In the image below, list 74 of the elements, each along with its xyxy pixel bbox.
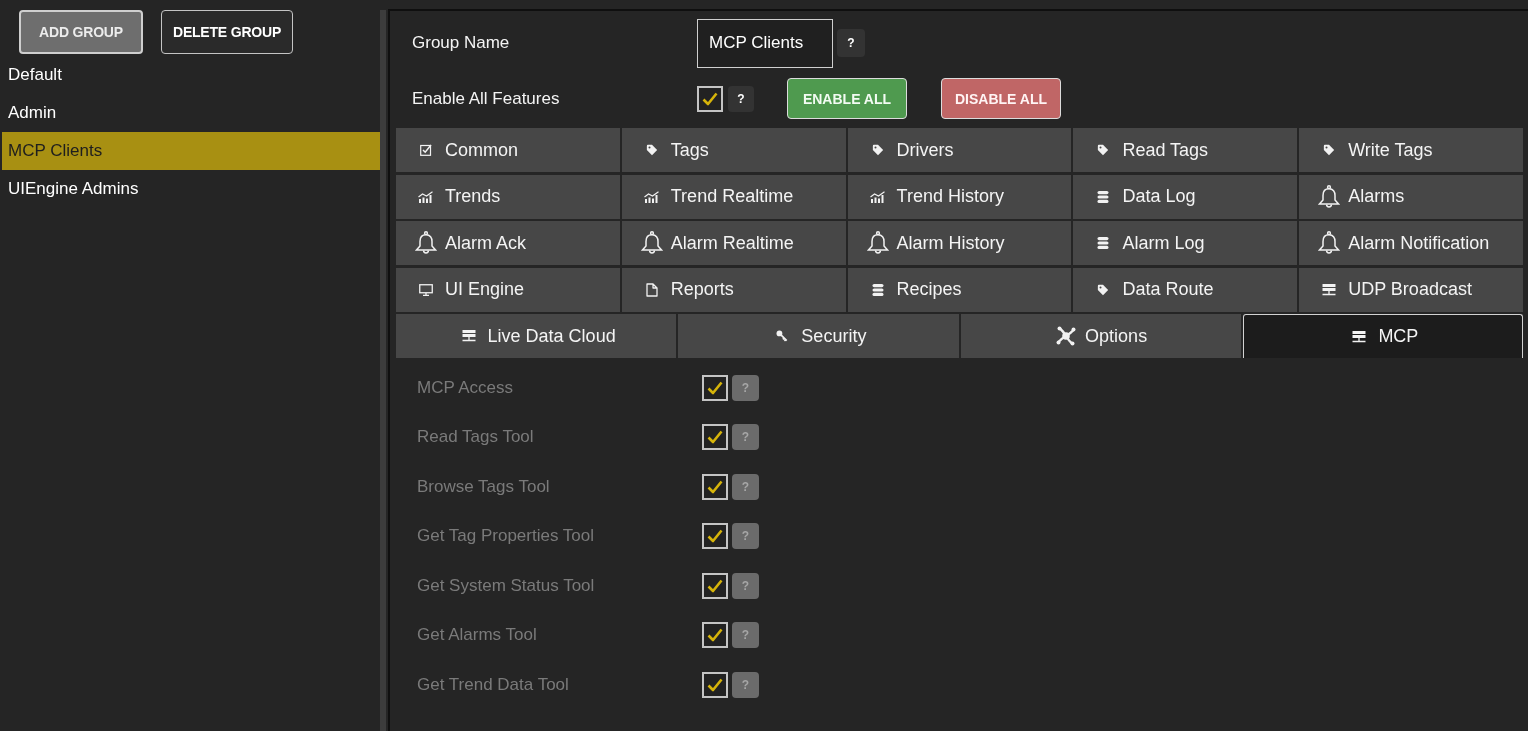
enable-all-label: Enable All Features — [412, 88, 561, 109]
group-list-item[interactable]: UIEngine Admins — [2, 170, 380, 208]
feature-tab[interactable]: UI Engine — [396, 267, 620, 312]
checkmark-icon — [707, 529, 723, 544]
tag-icon — [1096, 283, 1111, 296]
checkmark-icon — [707, 677, 723, 692]
tag-icon — [1322, 144, 1337, 156]
bar-chart-icon — [869, 190, 886, 203]
feature-tab[interactable]: Read Tags — [1073, 128, 1298, 172]
bell-icon — [1318, 184, 1341, 209]
server-icon — [1322, 283, 1337, 296]
tag-icon — [870, 144, 885, 156]
group-list-item[interactable]: MCP Clients — [2, 132, 380, 170]
server-icon — [461, 330, 476, 342]
feature-tab[interactable]: Trend History — [847, 174, 1072, 219]
group-name-field[interactable]: MCP Clients — [697, 18, 833, 68]
feature-tab[interactable]: Data Route — [1073, 267, 1298, 312]
feature-tab[interactable]: Alarm Ack — [396, 221, 620, 265]
feature-tab[interactable]: Security — [678, 314, 959, 358]
setting-label: Get Alarms Tool — [417, 625, 538, 646]
database-icon — [1097, 190, 1110, 203]
setting-label: Browse Tags Tool — [417, 476, 551, 497]
feature-tab[interactable]: Recipes — [847, 267, 1072, 312]
group-name-label: Group Name — [412, 33, 511, 53]
bar-chart-icon — [418, 190, 434, 203]
feature-tab[interactable]: Alarms — [1299, 174, 1523, 219]
feature-tab[interactable]: UDP Broadcast — [1299, 267, 1523, 312]
checkmark-icon — [707, 578, 723, 593]
feature-tab[interactable]: Alarm Realtime — [621, 221, 846, 265]
checkbox[interactable] — [697, 85, 723, 112]
bar-chart-icon — [643, 190, 660, 203]
bell-icon — [866, 231, 889, 255]
tag-icon — [1096, 144, 1111, 156]
feature-tab[interactable]: Live Data Cloud — [396, 314, 677, 358]
feature-tab[interactable]: Alarm History — [847, 221, 1072, 265]
server-icon — [1352, 330, 1367, 343]
document-icon — [645, 282, 658, 297]
setting-label: Read Tags Tool — [417, 427, 535, 448]
feature-tab[interactable]: Alarm Log — [1073, 221, 1298, 265]
feature-tab[interactable]: Common — [396, 128, 620, 172]
group-list-item[interactable]: Admin — [2, 94, 380, 132]
database-icon — [871, 283, 884, 296]
feature-tab[interactable]: Trend Realtime — [621, 174, 846, 219]
feature-tab[interactable]: Tags — [621, 128, 846, 172]
feature-tab[interactable]: Options — [960, 314, 1241, 358]
checkmark-icon — [702, 91, 718, 106]
setting-label: Get System Status Tool — [417, 575, 596, 596]
propeller-icon — [1055, 324, 1078, 348]
checkmark-icon — [707, 628, 723, 643]
group-action-button[interactable]: DELETE GROUP — [161, 10, 293, 54]
feature-tab[interactable]: Alarm Notification — [1299, 221, 1523, 265]
bell-icon — [640, 231, 663, 255]
feature-tab[interactable]: Data Log — [1073, 174, 1298, 219]
feature-tab[interactable]: Trends — [396, 174, 620, 219]
tag-icon — [644, 144, 659, 156]
setting-label: Get Trend Data Tool — [417, 674, 570, 695]
monitor-icon — [419, 283, 433, 296]
help-button[interactable]: ? — [837, 29, 865, 57]
feature-tab[interactable]: Write Tags — [1299, 128, 1523, 172]
database-icon — [1097, 237, 1110, 249]
checkmark-icon — [707, 380, 723, 395]
group-list-item[interactable]: Default — [2, 56, 380, 94]
checkbox-icon — [420, 144, 432, 156]
checkmark-icon — [707, 479, 723, 494]
setting-label: Get Tag Properties Tool — [417, 526, 596, 547]
feature-tab[interactable]: Drivers — [847, 128, 1072, 172]
feature-tab[interactable]: MCP — [1242, 314, 1523, 358]
help-button[interactable]: ? — [728, 85, 754, 112]
feature-tab[interactable]: Reports — [621, 267, 846, 312]
bell-icon — [1318, 231, 1341, 255]
key-icon — [775, 330, 790, 342]
bell-icon — [415, 231, 437, 255]
setting-label: MCP Access — [417, 377, 515, 398]
checkmark-icon — [707, 430, 723, 445]
